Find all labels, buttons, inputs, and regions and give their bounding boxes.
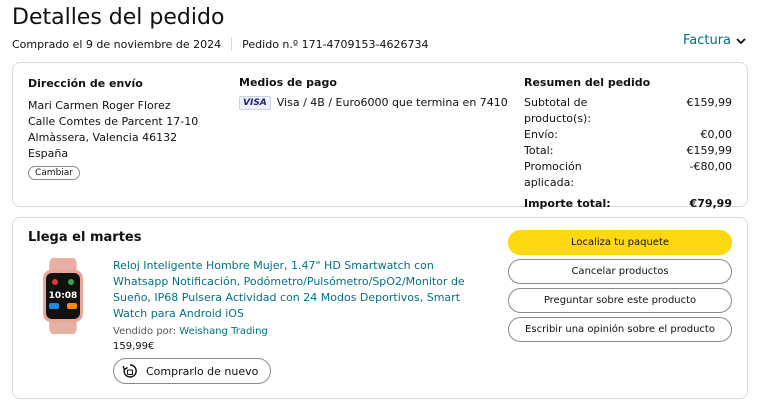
product-price: 159,99€	[113, 341, 155, 352]
shipping-heading: Dirección de envío	[28, 77, 143, 90]
summary-value: €159,99	[686, 144, 733, 157]
country: España	[28, 147, 69, 160]
buy-again-button[interactable]: Comprarlo de nuevo	[113, 358, 272, 384]
product-info: Reloj Inteligente Hombre Mujer, 1.47" HD…	[113, 258, 483, 352]
invoice-label: Factura	[682, 33, 731, 48]
watch-time: 10:08	[49, 291, 78, 301]
order-number: Pedido n.º 171-4709153-4626734	[242, 37, 429, 51]
summary-row: Total: €159,99	[524, 144, 733, 157]
order-info-card: Dirección de envío Mari Carmen Roger Flo…	[12, 62, 748, 210]
payment-heading: Medios de pago	[239, 76, 337, 89]
recipient-name: Mari Carmen Roger Florez	[28, 99, 171, 112]
visa-card-icon: VISA	[239, 96, 271, 110]
seller-line: Vendido por: Weishang Trading	[113, 326, 483, 337]
card-description: Visa / 4B / Euro6000 que termina en 7410	[276, 96, 508, 109]
summary-row: Promoción aplicada: -€80,00	[524, 160, 732, 189]
grand-total-value: €79,99	[689, 197, 732, 210]
summary-value: €159,99	[686, 96, 733, 109]
summary-row: Envío: €0,00	[524, 128, 733, 141]
grand-total-row: Importe total: €79,99	[524, 196, 732, 212]
product-title-link[interactable]: Reloj Inteligente Hombre Mujer, 1.47" HD…	[113, 258, 483, 322]
track-package-button[interactable]: Localiza tu paquete	[508, 230, 732, 255]
invoice-dropdown[interactable]: Factura	[683, 33, 747, 48]
summary-value: €0,00	[700, 128, 733, 141]
seller-link[interactable]: Weishang Trading	[179, 326, 267, 337]
arrival-status: Llega el martes	[28, 230, 142, 245]
buy-again-label: Comprarlo de nuevo	[146, 364, 259, 378]
order-summary: Resumen del pedido Subtotal de producto(…	[524, 76, 732, 212]
cancel-items-button[interactable]: Cancelar productos	[508, 259, 732, 284]
write-review-button[interactable]: Escribir una opinión sobre el producto	[508, 317, 732, 342]
sold-by-label: Vendido por:	[113, 326, 177, 337]
payment-method: Medios de pago VISA Visa / 4B / Euro6000…	[239, 76, 508, 111]
page-title: Detalles del pedido	[12, 5, 225, 30]
order-actions: Localiza tu paquete Cancelar productos P…	[508, 230, 732, 346]
divider	[231, 37, 233, 51]
summary-heading: Resumen del pedido	[524, 76, 651, 89]
shipping-address: Dirección de envío Mari Carmen Roger Flo…	[28, 76, 198, 180]
grand-total-label: Importe total:	[524, 197, 611, 210]
city: Almàssera, Valencia 46132	[28, 131, 178, 144]
summary-value: -€80,00	[689, 160, 732, 173]
order-meta: Comprado el 9 de noviembre de 2024 Pedid…	[12, 37, 429, 51]
summary-row: Subtotal de producto(s): €159,99	[524, 96, 733, 125]
purchase-date: Comprado el 9 de noviembre de 2024	[12, 37, 222, 51]
change-address-button[interactable]: Cambiar	[28, 166, 80, 180]
ask-product-question-button[interactable]: Preguntar sobre este producto	[508, 288, 732, 313]
street: Calle Comtes de Parcent 17-10	[28, 115, 199, 128]
shipment-card: Llega el martes 10:08 Reloj Inteligente …	[12, 217, 748, 399]
reorder-icon	[122, 364, 137, 378]
smartwatch-product-image[interactable]: 10:08	[33, 258, 93, 334]
chevron-down-icon	[736, 37, 746, 44]
